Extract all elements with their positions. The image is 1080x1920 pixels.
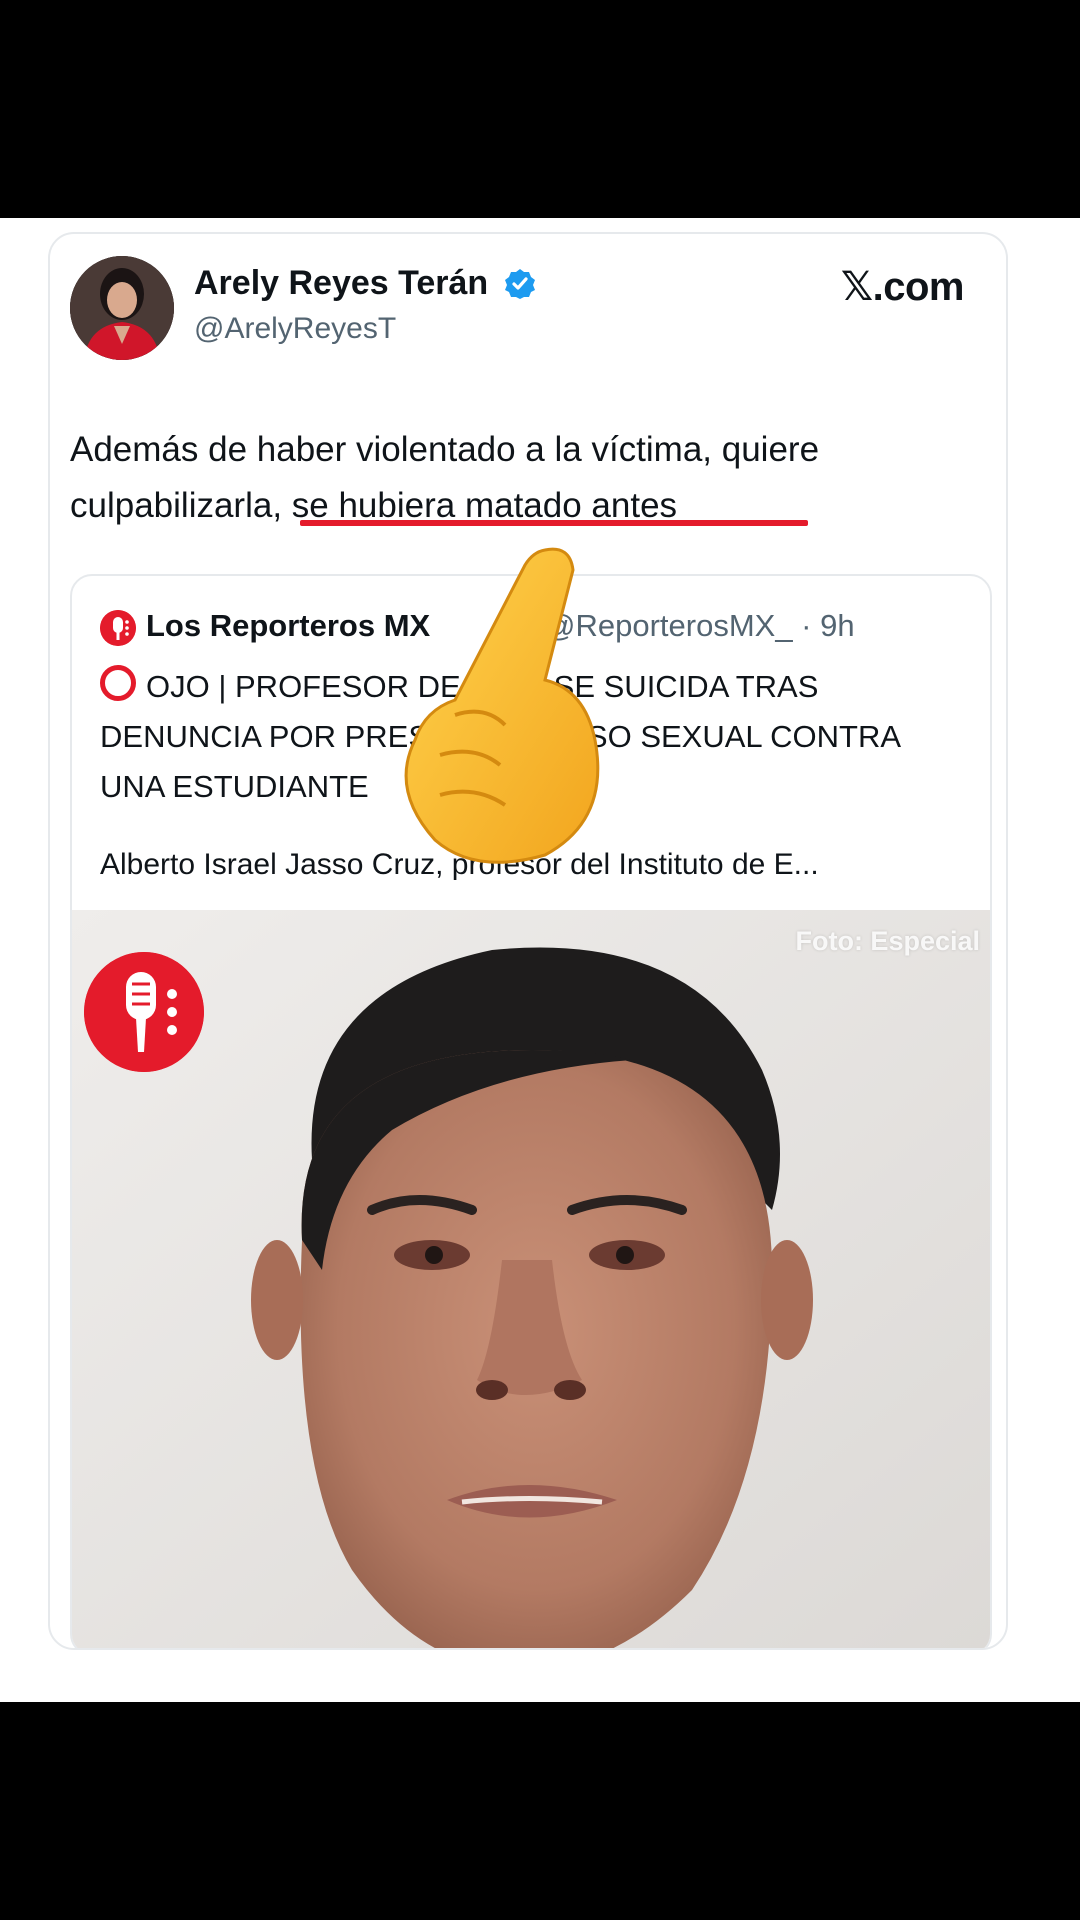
author-avatar[interactable] xyxy=(70,256,174,360)
tweet-text: Además de haber violentado a la víctima,… xyxy=(70,422,990,534)
photo-credit: Foto: Especial xyxy=(795,926,980,956)
pointing-hand-emoji xyxy=(404,547,600,864)
quote-author-name[interactable]: Los Reporteros MX xyxy=(146,608,430,644)
x-logo[interactable]: 𝕏.com xyxy=(841,264,965,310)
bottom-letterbox xyxy=(0,1702,1080,1920)
red-circle-icon xyxy=(100,665,136,701)
top-letterbox xyxy=(0,0,1080,218)
microphone-logo-icon xyxy=(84,952,204,1072)
reporteros-avatar-icon xyxy=(100,610,136,646)
quote-media-image[interactable]: Foto: Especial xyxy=(72,910,990,1648)
verified-badge-icon xyxy=(505,269,535,299)
tweet-card[interactable]: Arely Reyes Terán @ArelyReyesT 𝕏.com Ade… xyxy=(48,232,1008,1650)
author-name[interactable]: Arely Reyes Terán xyxy=(194,264,488,303)
author-handle[interactable]: @ArelyReyesT xyxy=(194,312,396,346)
portrait-photo xyxy=(72,910,990,1648)
red-underline xyxy=(300,520,808,526)
